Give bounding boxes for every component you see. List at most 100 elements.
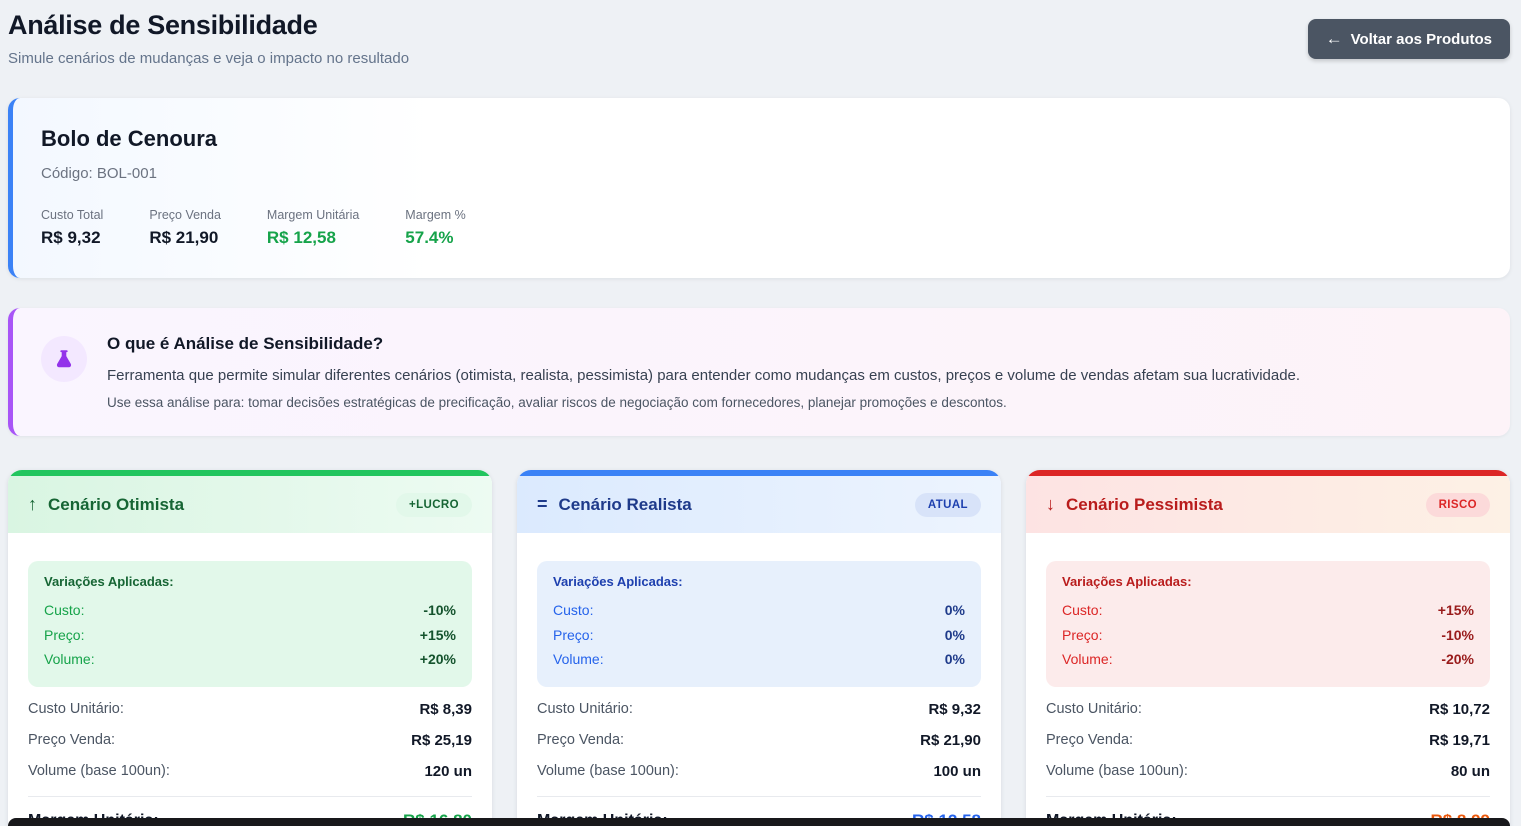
metric-value: 57.4%	[405, 228, 465, 248]
variations-title: Variações Aplicadas:	[1062, 574, 1474, 589]
variation-label: Custo:	[553, 598, 593, 623]
variation-row: Custo: 0%	[553, 598, 965, 623]
back-button-label: Voltar aos Produtos	[1351, 31, 1492, 48]
variations-title: Variações Aplicadas:	[553, 574, 965, 589]
variation-value: +20%	[420, 647, 456, 672]
scenario-grid: ↑ Cenário Otimista +LUCRO Variações Apli…	[8, 470, 1510, 826]
scenario-metric-row: Custo Unitário: R$ 10,72	[1046, 701, 1490, 718]
variation-label: Preço:	[44, 623, 84, 648]
info-description: Ferramenta que permite simular diferente…	[107, 367, 1300, 384]
metric-preco-venda: Preço Venda R$ 21,90	[149, 208, 221, 248]
row-value: R$ 9,32	[928, 701, 981, 718]
row-value: R$ 21,90	[920, 732, 981, 749]
variation-row: Custo: +15%	[1062, 598, 1474, 623]
variation-value: -10%	[423, 598, 456, 623]
variation-value: -10%	[1441, 623, 1474, 648]
row-value: 120 un	[424, 763, 472, 780]
metric-label: Custo Total	[41, 208, 103, 222]
row-value: R$ 25,19	[411, 732, 472, 749]
row-value: 80 un	[1451, 763, 1490, 780]
row-label: Preço Venda:	[28, 732, 115, 748]
arrow-down-icon: ↓	[1046, 494, 1055, 515]
variation-label: Volume:	[1062, 647, 1113, 672]
equals-icon: =	[537, 494, 548, 515]
scenario-header: = Cenário Realista ATUAL	[517, 476, 1001, 533]
variations-box: Variações Aplicadas: Custo: +15% Preço: …	[1046, 561, 1490, 687]
variation-value: -20%	[1441, 647, 1474, 672]
metric-label: Preço Venda	[149, 208, 221, 222]
metric-value: R$ 21,90	[149, 228, 221, 248]
variation-label: Preço:	[553, 623, 593, 648]
divider	[537, 796, 981, 797]
scenario-badge: +LUCRO	[396, 493, 472, 517]
scenario-card-realista: = Cenário Realista ATUAL Variações Aplic…	[517, 470, 1001, 826]
row-label: Custo Unitário:	[28, 701, 124, 717]
scenario-title: Cenário Pessimista	[1066, 495, 1426, 515]
product-code: Código: BOL-001	[41, 165, 1482, 182]
variations-box: Variações Aplicadas: Custo: -10% Preço: …	[28, 561, 472, 687]
divider	[28, 796, 472, 797]
info-title: O que é Análise de Sensibilidade?	[107, 334, 1300, 354]
back-to-products-button[interactable]: ← Voltar aos Produtos	[1308, 19, 1510, 59]
scenario-body: Variações Aplicadas: Custo: 0% Preço: 0%…	[517, 533, 1001, 826]
arrow-up-icon: ↑	[28, 494, 37, 515]
variation-row: Preço: -10%	[1062, 623, 1474, 648]
scenario-metric-row: Preço Venda: R$ 19,71	[1046, 732, 1490, 749]
info-tip: Use essa análise para: tomar decisões es…	[107, 395, 1300, 410]
info-content: O que é Análise de Sensibilidade? Ferram…	[107, 334, 1300, 410]
variation-value: 0%	[945, 647, 965, 672]
scenario-body: Variações Aplicadas: Custo: -10% Preço: …	[8, 533, 492, 826]
row-label: Volume (base 100un):	[1046, 763, 1188, 779]
row-label: Preço Venda:	[537, 732, 624, 748]
flask-icon	[41, 336, 87, 382]
variation-row: Volume: -20%	[1062, 647, 1474, 672]
page-subtitle: Simule cenários de mudanças e veja o imp…	[8, 50, 409, 67]
scenario-header: ↓ Cenário Pessimista RISCO	[1026, 476, 1510, 533]
variation-label: Volume:	[44, 647, 95, 672]
scenario-metric-row: Custo Unitário: R$ 9,32	[537, 701, 981, 718]
sensitivity-analysis-page: Análise de Sensibilidade Simule cenários…	[0, 0, 1521, 826]
scenario-badge: RISCO	[1426, 493, 1490, 517]
next-section-edge	[8, 818, 1510, 826]
variation-value: +15%	[420, 623, 456, 648]
scenario-metric-row: Custo Unitário: R$ 8,39	[28, 701, 472, 718]
product-summary-card: Bolo de Cenoura Código: BOL-001 Custo To…	[8, 98, 1510, 278]
product-metrics: Custo Total R$ 9,32 Preço Venda R$ 21,90…	[41, 208, 1482, 248]
row-value: R$ 10,72	[1429, 701, 1490, 718]
scenario-title: Cenário Otimista	[48, 495, 396, 515]
variations-title: Variações Aplicadas:	[44, 574, 456, 589]
row-value: R$ 19,71	[1429, 732, 1490, 749]
row-value: R$ 8,39	[419, 701, 472, 718]
scenario-title: Cenário Realista	[559, 495, 915, 515]
metric-margem-percent: Margem % 57.4%	[405, 208, 465, 248]
metric-value: R$ 9,32	[41, 228, 103, 248]
scenario-badge: ATUAL	[915, 493, 981, 517]
row-label: Custo Unitário:	[537, 701, 633, 717]
info-box: O que é Análise de Sensibilidade? Ferram…	[8, 308, 1510, 436]
divider	[1046, 796, 1490, 797]
metric-custo-total: Custo Total R$ 9,32	[41, 208, 103, 248]
scenario-metric-row: Volume (base 100un): 100 un	[537, 763, 981, 780]
variations-box: Variações Aplicadas: Custo: 0% Preço: 0%…	[537, 561, 981, 687]
row-label: Custo Unitário:	[1046, 701, 1142, 717]
scenario-metric-row: Preço Venda: R$ 21,90	[537, 732, 981, 749]
variation-row: Custo: -10%	[44, 598, 456, 623]
variation-row: Preço: +15%	[44, 623, 456, 648]
metric-label: Margem Unitária	[267, 208, 359, 222]
variation-value: +15%	[1438, 598, 1474, 623]
page-header: Análise de Sensibilidade Simule cenários…	[8, 10, 1510, 67]
variation-label: Volume:	[553, 647, 604, 672]
row-label: Volume (base 100un):	[537, 763, 679, 779]
page-header-text: Análise de Sensibilidade Simule cenários…	[8, 10, 409, 67]
variation-label: Custo:	[1062, 598, 1102, 623]
scenario-metric-row: Preço Venda: R$ 25,19	[28, 732, 472, 749]
variation-label: Custo:	[44, 598, 84, 623]
row-label: Preço Venda:	[1046, 732, 1133, 748]
variation-row: Preço: 0%	[553, 623, 965, 648]
page-title: Análise de Sensibilidade	[8, 10, 409, 41]
scenario-card-pessimista: ↓ Cenário Pessimista RISCO Variações Apl…	[1026, 470, 1510, 826]
scenario-metric-row: Volume (base 100un): 80 un	[1046, 763, 1490, 780]
back-arrow-icon: ←	[1326, 29, 1343, 49]
variation-label: Preço:	[1062, 623, 1102, 648]
variation-value: 0%	[945, 598, 965, 623]
